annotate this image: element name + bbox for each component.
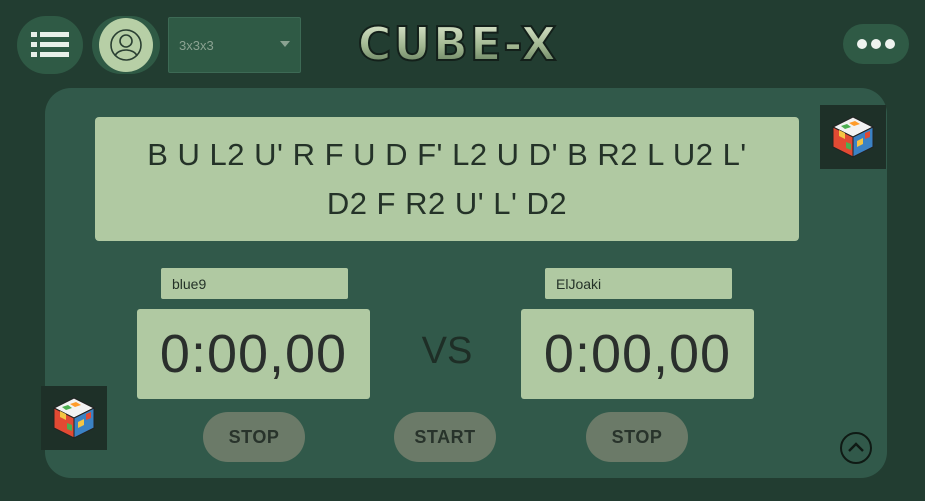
- chevron-up-circle-icon: [840, 432, 872, 464]
- player-two-name-field[interactable]: ElJoaki: [545, 268, 732, 299]
- puzzle-type-select[interactable]: 3x3x3: [168, 17, 301, 73]
- player-two-stop-button[interactable]: STOP: [586, 412, 688, 462]
- player-one-stop-button[interactable]: STOP: [203, 412, 305, 462]
- user-button[interactable]: [92, 16, 160, 74]
- player-one-name-field[interactable]: blue9: [161, 268, 348, 299]
- versus-label: VS: [421, 330, 473, 372]
- cube-top-button[interactable]: [820, 105, 886, 169]
- list-icon: [31, 32, 69, 57]
- more-horizontal-icon: [857, 39, 895, 49]
- menu-button[interactable]: [17, 16, 83, 74]
- scroll-up-button[interactable]: [839, 431, 873, 465]
- rubiks-cube-icon: [831, 116, 875, 158]
- start-button[interactable]: START: [394, 412, 496, 462]
- cube-bottom-button[interactable]: [41, 386, 107, 450]
- user-icon: [110, 29, 142, 61]
- app-logo: CUBE-X: [357, 16, 558, 72]
- logo-text: CUBE-X: [358, 17, 558, 71]
- avatar: [99, 18, 153, 72]
- rubiks-cube-icon: [52, 397, 96, 439]
- player-two-timer: 0:00,00: [521, 309, 754, 399]
- scramble-display: B U L2 U' R F U D F' L2 U D' B R2 L U2 L…: [95, 117, 799, 241]
- player-one-timer: 0:00,00: [137, 309, 370, 399]
- chevron-down-icon: [280, 41, 290, 47]
- more-options-button[interactable]: [843, 24, 909, 64]
- puzzle-type-value: 3x3x3: [179, 37, 214, 53]
- app-window: 3x3x3 CUBE-X B U L2 U' R F U D F' L2 U D…: [0, 0, 925, 501]
